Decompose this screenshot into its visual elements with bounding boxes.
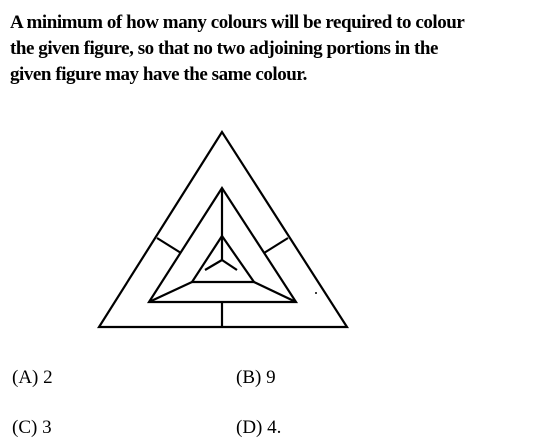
inner-split-right xyxy=(221,259,238,271)
question-line-1: A minimum of how many colours will be re… xyxy=(10,12,465,33)
question-line-2: the given figure, so that no two adjoini… xyxy=(10,38,439,59)
speck-mark xyxy=(315,292,317,294)
nested-triangle-figure xyxy=(97,129,350,329)
inner-split-left xyxy=(204,259,223,271)
option-a: (A) 2 xyxy=(12,367,53,388)
question-text: A minimum of how many colours will be re… xyxy=(10,10,530,88)
question-line-3: given figure may have the same colour. xyxy=(10,64,307,85)
option-d: (D) 4. xyxy=(236,417,282,438)
connector-left xyxy=(156,237,182,254)
option-c: (C) 3 xyxy=(12,417,52,438)
connector-right xyxy=(263,237,289,254)
option-b: (B) 9 xyxy=(236,367,276,388)
